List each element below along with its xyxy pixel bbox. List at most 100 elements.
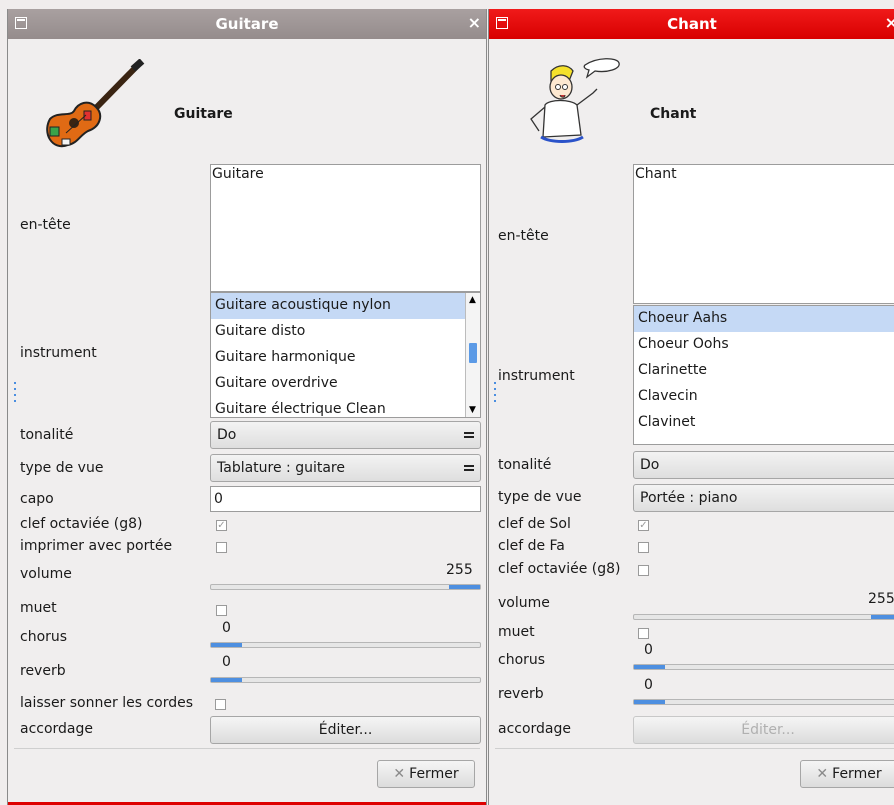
slider-handle[interactable]: [871, 615, 894, 619]
instrument-header: Chant: [650, 106, 697, 122]
type-vue-combo[interactable]: Tablature : guitare: [210, 454, 481, 482]
clef-sol-label: clef de Sol: [498, 516, 571, 532]
instrument-list[interactable]: Choeur Aahs Choeur Oohs Clarinette Clave…: [633, 305, 894, 445]
list-item[interactable]: Clarinette: [634, 358, 894, 384]
list-item[interactable]: Clavinet: [634, 410, 894, 436]
reverb-label: reverb: [20, 663, 66, 679]
list-item[interactable]: Guitare disto: [211, 319, 480, 345]
splitter-handle[interactable]: [14, 382, 16, 404]
tonalite-label: tonalité: [498, 457, 552, 473]
reverb-slider[interactable]: [210, 677, 481, 683]
slider-handle[interactable]: [211, 643, 242, 647]
clef-g8-label: clef octaviée (g8): [20, 516, 143, 532]
muet-label: muet: [20, 600, 57, 616]
instrument-label: instrument: [20, 345, 97, 361]
type-vue-label: type de vue: [498, 489, 582, 505]
singer-icon: [530, 58, 620, 143]
chorus-label: chorus: [20, 629, 68, 645]
tonalite-value: Do: [640, 457, 660, 473]
instrument-label: instrument: [498, 368, 575, 384]
muet-checkbox[interactable]: [216, 605, 227, 616]
imprimer-label: imprimer avec portée: [20, 538, 173, 554]
reverb-value: 0: [222, 654, 231, 670]
accordage-label: accordage: [498, 721, 572, 737]
close-icon: ✕: [816, 766, 829, 782]
volume-label: volume: [498, 595, 550, 611]
chorus-slider[interactable]: [633, 664, 894, 670]
chorus-slider[interactable]: [210, 642, 481, 648]
combo-arrow-icon: [464, 462, 474, 473]
reverb-value: 0: [644, 677, 653, 693]
entete-textarea[interactable]: Guitare: [210, 164, 481, 292]
guitare-titlebar[interactable]: Guitare ×: [8, 9, 486, 39]
tonalite-value: Do: [217, 427, 237, 443]
tonalite-combo[interactable]: Do: [633, 451, 894, 479]
close-icon[interactable]: ×: [468, 14, 481, 32]
scroll-down-icon[interactable]: ▼: [467, 404, 478, 416]
chant-titlebar[interactable]: Chant ×: [489, 9, 894, 39]
scroll-up-icon[interactable]: ▲: [467, 294, 478, 306]
volume-slider[interactable]: [633, 614, 894, 620]
divider: [14, 748, 480, 749]
combo-arrow-icon: [464, 429, 474, 440]
window-title: Guitare: [215, 15, 279, 33]
entete-textarea[interactable]: Chant: [633, 164, 894, 304]
laisser-label: laisser sonner les cordes: [20, 695, 194, 711]
clef-sol-checkbox[interactable]: ✓: [638, 520, 649, 531]
list-item[interactable]: Guitare overdrive: [211, 371, 480, 397]
clef-g8-checkbox[interactable]: [638, 565, 649, 576]
chorus-value: 0: [222, 620, 231, 636]
instrument-list[interactable]: Guitare acoustique nylon Guitare disto G…: [210, 292, 481, 418]
guitar-icon: [46, 59, 145, 148]
type-vue-label: type de vue: [20, 460, 104, 476]
fermer-label: Fermer: [832, 766, 882, 782]
muet-label: muet: [498, 624, 535, 640]
clef-fa-label: clef de Fa: [498, 538, 565, 554]
clef-fa-checkbox[interactable]: [638, 542, 649, 553]
close-icon: ✕: [393, 766, 406, 782]
splitter-handle[interactable]: [494, 382, 496, 404]
slider-handle[interactable]: [449, 585, 480, 589]
muet-checkbox[interactable]: [638, 628, 649, 639]
volume-value: 255: [446, 562, 473, 578]
type-vue-value: Tablature : guitare: [217, 460, 345, 476]
list-item[interactable]: Guitare harmonique: [211, 345, 480, 371]
chorus-label: chorus: [498, 652, 546, 668]
window-title: Chant: [667, 15, 717, 33]
list-item[interactable]: Guitare électrique Clean: [211, 397, 480, 417]
reverb-label: reverb: [498, 686, 544, 702]
volume-value: 255: [868, 591, 894, 607]
list-scrollbar[interactable]: ▲ ▼: [465, 293, 480, 417]
entete-label: en-tête: [498, 228, 549, 244]
volume-label: volume: [20, 566, 72, 582]
list-item[interactable]: Choeur Oohs: [634, 332, 894, 358]
scroll-thumb[interactable]: [469, 343, 477, 363]
divider: [495, 748, 894, 749]
fermer-button[interactable]: ✕ Fermer: [800, 760, 894, 788]
volume-slider[interactable]: [210, 584, 481, 590]
list-item[interactable]: Guitare acoustique nylon: [211, 293, 480, 319]
close-icon[interactable]: ×: [885, 14, 894, 32]
clef-g8-label: clef octaviée (g8): [498, 561, 621, 577]
slider-handle[interactable]: [211, 678, 242, 682]
guitare-window: Guitare × Guitare en-tête Guitare instru…: [7, 9, 487, 805]
chorus-value: 0: [644, 642, 653, 658]
instrument-header: Guitare: [174, 106, 233, 122]
accordage-label: accordage: [20, 721, 94, 737]
accordage-edit-button: Éditer...: [633, 716, 894, 744]
imprimer-checkbox[interactable]: [216, 542, 227, 553]
laisser-checkbox[interactable]: [215, 699, 226, 710]
fermer-button[interactable]: ✕ Fermer: [377, 760, 475, 788]
tonalite-combo[interactable]: Do: [210, 421, 481, 449]
list-item[interactable]: Clavecin: [634, 384, 894, 410]
slider-handle[interactable]: [634, 700, 665, 704]
chant-window: Chant × Chant en-tête Chant instrument C…: [488, 9, 894, 805]
capo-input[interactable]: 0: [210, 486, 481, 512]
slider-handle[interactable]: [634, 665, 665, 669]
list-item[interactable]: Choeur Aahs: [634, 306, 894, 332]
type-vue-combo[interactable]: Portée : piano: [633, 484, 894, 512]
accordage-edit-button[interactable]: Éditer...: [210, 716, 481, 744]
clef-g8-checkbox[interactable]: ✓: [216, 520, 227, 531]
tonalite-label: tonalité: [20, 427, 74, 443]
reverb-slider[interactable]: [633, 699, 894, 705]
